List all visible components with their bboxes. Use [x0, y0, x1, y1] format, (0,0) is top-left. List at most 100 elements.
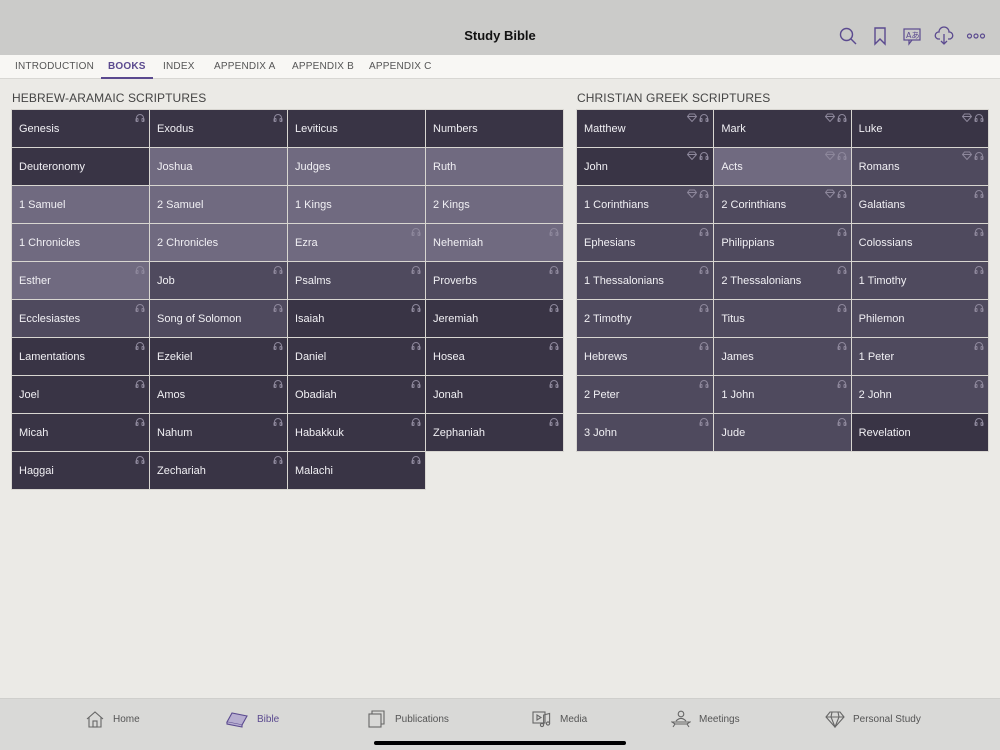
book-cell[interactable]: Jonah: [425, 375, 564, 414]
svg-text:Aあ: Aあ: [906, 31, 919, 40]
book-cell[interactable]: Joshua: [149, 147, 288, 186]
book-cell[interactable]: Zechariah: [149, 451, 288, 490]
book-cell[interactable]: Titus: [713, 299, 852, 338]
book-cell[interactable]: 1 Timothy: [850, 261, 989, 300]
nav-publications[interactable]: Publications: [367, 709, 449, 729]
book-name: James: [721, 350, 754, 363]
book-cell[interactable]: Deuteronomy: [11, 147, 150, 186]
nav-personal-study[interactable]: Personal Study: [825, 709, 921, 729]
nav-media[interactable]: Media: [532, 709, 587, 729]
book-cell[interactable]: Nahum: [149, 413, 288, 452]
book-cell[interactable]: Ezra: [287, 223, 426, 262]
book-cell[interactable]: 1 John: [713, 375, 852, 414]
book-cell[interactable]: 1 Corinthians: [575, 185, 715, 224]
book-name: Micah: [19, 426, 49, 439]
book-badges: [974, 189, 984, 198]
book-cell[interactable]: Isaiah: [287, 299, 426, 338]
book-cell[interactable]: Judges: [287, 147, 426, 186]
language-icon[interactable]: Aあ: [902, 26, 922, 46]
book-name: 1 John: [721, 388, 755, 401]
book-name: Acts: [721, 160, 743, 173]
book-cell[interactable]: Galatians: [850, 185, 989, 224]
book-cell[interactable]: 1 Thessalonians: [575, 261, 715, 300]
book-cell[interactable]: John: [575, 147, 715, 186]
book-cell[interactable]: Numbers: [425, 109, 564, 148]
book-cell[interactable]: Proverbs: [425, 261, 564, 300]
book-cell[interactable]: 3 John: [575, 413, 715, 452]
home-indicator[interactable]: [374, 741, 626, 745]
audio-icon: [273, 418, 283, 426]
book-cell[interactable]: 2 Samuel: [149, 185, 288, 224]
book-cell[interactable]: 2 Timothy: [575, 299, 715, 338]
book-cell[interactable]: Philemon: [850, 299, 989, 338]
book-cell[interactable]: Habakkuk: [287, 413, 426, 452]
book-cell[interactable]: 2 Peter: [575, 375, 715, 414]
book-cell[interactable]: James: [713, 337, 852, 376]
book-cell[interactable]: Ecclesiastes: [11, 299, 150, 338]
book-cell[interactable]: Esther: [11, 261, 150, 300]
book-cell[interactable]: 2 Corinthians: [713, 185, 852, 224]
book-cell[interactable]: Matthew: [575, 109, 715, 148]
book-cell[interactable]: Mark: [713, 109, 852, 148]
book-cell[interactable]: 2 Thessalonians: [713, 261, 852, 300]
book-cell[interactable]: Joel: [11, 375, 150, 414]
tab-appendix-c[interactable]: APPENDIX C: [369, 55, 432, 79]
book-cell[interactable]: 2 Chronicles: [149, 223, 288, 262]
book-cell[interactable]: Lamentations: [11, 337, 150, 376]
book-name: Zechariah: [157, 464, 206, 477]
book-cell[interactable]: 1 Kings: [287, 185, 426, 224]
more-icon[interactable]: [966, 26, 986, 46]
nav-meetings[interactable]: Meetings: [671, 709, 740, 729]
book-cell[interactable]: Psalms: [287, 261, 426, 300]
search-icon[interactable]: [838, 26, 858, 46]
book-cell[interactable]: Zephaniah: [425, 413, 564, 452]
book-cell[interactable]: Philippians: [713, 223, 852, 262]
nav-home[interactable]: Home: [85, 709, 140, 729]
book-cell[interactable]: Nehemiah: [425, 223, 564, 262]
book-cell[interactable]: Amos: [149, 375, 288, 414]
book-cell[interactable]: Hebrews: [575, 337, 715, 376]
nav-bible[interactable]: Bible: [225, 709, 279, 729]
book-cell[interactable]: Revelation: [850, 413, 989, 452]
book-cell[interactable]: Ephesians: [575, 223, 715, 262]
book-cell[interactable]: Jude: [713, 413, 852, 452]
book-cell[interactable]: Romans: [850, 147, 989, 186]
book-cell[interactable]: Ruth: [425, 147, 564, 186]
book-cell[interactable]: 2 John: [850, 375, 989, 414]
book-cell[interactable]: 1 Peter: [850, 337, 989, 376]
book-cell[interactable]: 1 Chronicles: [11, 223, 150, 262]
book-badges: [974, 417, 984, 426]
tab-introduction[interactable]: INTRODUCTION: [15, 55, 94, 79]
book-cell[interactable]: 2 Kings: [425, 185, 564, 224]
book-cell[interactable]: Genesis: [11, 109, 150, 148]
book-name: Nahum: [157, 426, 193, 439]
book-cell[interactable]: Haggai: [11, 451, 150, 490]
book-cell[interactable]: Obadiah: [287, 375, 426, 414]
book-cell[interactable]: Daniel: [287, 337, 426, 376]
book-cell[interactable]: Acts: [713, 147, 852, 186]
book-cell[interactable]: Jeremiah: [425, 299, 564, 338]
book-cell[interactable]: Ezekiel: [149, 337, 288, 376]
book-cell[interactable]: Micah: [11, 413, 150, 452]
audio-icon: [135, 456, 145, 464]
book-cell[interactable]: Colossians: [850, 223, 989, 262]
download-cloud-icon[interactable]: [934, 26, 954, 46]
tab-books[interactable]: BOOKS: [101, 55, 153, 79]
top-bar: Study Bible Aあ: [0, 0, 1000, 55]
bookmark-icon[interactable]: [870, 26, 890, 46]
book-cell[interactable]: Song of Solomon: [149, 299, 288, 338]
book-name: Genesis: [19, 122, 60, 135]
book-cell[interactable]: Leviticus: [287, 109, 426, 148]
book-cell[interactable]: Hosea: [425, 337, 564, 376]
book-cell[interactable]: Malachi: [287, 451, 426, 490]
book-badges: [135, 341, 145, 350]
book-badges: [837, 227, 847, 236]
book-cell[interactable]: Job: [149, 261, 288, 300]
audio-icon: [699, 152, 709, 160]
book-cell[interactable]: Luke: [850, 109, 989, 148]
book-cell[interactable]: Exodus: [149, 109, 288, 148]
book-cell[interactable]: 1 Samuel: [11, 185, 150, 224]
tab-appendix-a[interactable]: APPENDIX A: [214, 55, 275, 79]
tab-appendix-b[interactable]: APPENDIX B: [292, 55, 354, 79]
tab-index[interactable]: INDEX: [163, 55, 195, 79]
